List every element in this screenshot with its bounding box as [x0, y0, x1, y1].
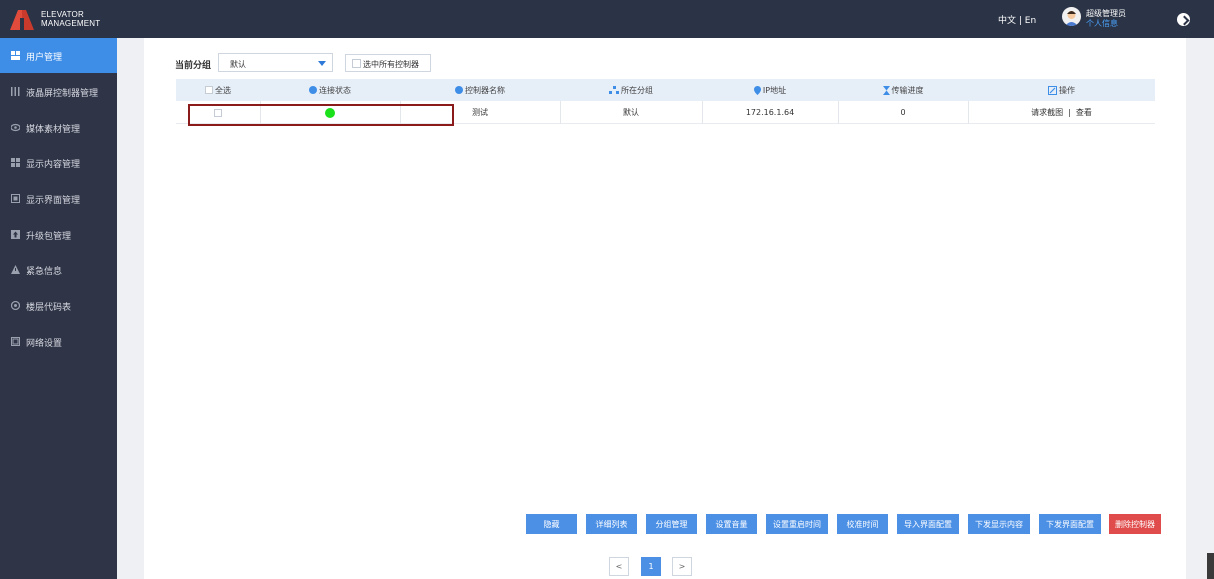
warning-icon [11, 265, 20, 274]
push-display-content-button[interactable]: 下发显示内容 [968, 514, 1030, 534]
prev-page-button[interactable]: < [609, 557, 629, 576]
side-scroll-handle[interactable] [1207, 553, 1214, 579]
sidebar-item-label: 紧急信息 [26, 267, 63, 277]
select-all-checkbox[interactable] [205, 86, 213, 94]
display-icon [11, 194, 20, 203]
sidebar-item-network[interactable]: 网络设置 [0, 324, 117, 359]
brand-line2: MANAGEMENT [41, 19, 101, 28]
select-all-controllers-toggle[interactable]: 选中所有控制器 [345, 54, 431, 72]
sidebar-item-media[interactable]: 媒体素材管理 [0, 110, 117, 145]
sidebar-item-label: 媒体素材管理 [26, 125, 81, 135]
hourglass-icon [882, 85, 890, 95]
sidebar-item-label: 网络设置 [26, 339, 63, 349]
row-group-cell: 默认 [623, 108, 639, 117]
push-ui-config-button[interactable]: 下发界面配置 [1039, 514, 1101, 534]
info-icon [455, 86, 463, 94]
sidebar: 用户管理 液晶屏控制器管理 媒体素材管理 显示内容管理 显示界面管理 升级包管理… [0, 38, 117, 579]
sidebar-item-controllers[interactable]: 液晶屏控制器管理 [0, 74, 117, 109]
calibrate-time-button[interactable]: 校准时间 [837, 514, 888, 534]
sidebar-item-floor-codes[interactable]: 楼层代码表 [0, 288, 117, 323]
sidebar-item-display-content[interactable]: 显示内容管理 [0, 145, 117, 180]
location-pin-icon [753, 85, 761, 95]
brand-line1: ELEVATOR [41, 10, 84, 19]
header-status-label: 连接状态 [319, 85, 351, 95]
row-ops-cell: 请求截图 | 查看 [968, 101, 1155, 124]
top-header: ELEVATOR MANAGEMENT 中文 | En 超级管理员 个人信息 [0, 0, 1214, 38]
profile-link[interactable]: 个人信息 [1086, 18, 1118, 29]
row-ip-cell: 172.16.1.64 [745, 108, 795, 117]
header-ops: 操作 [968, 79, 1155, 101]
header-progress: 传输进度 [838, 79, 968, 101]
header-select-all-label: 全选 [215, 85, 231, 95]
group-label: 当前分组 [175, 61, 212, 71]
header-name: 控制器名称 [400, 79, 560, 101]
brand-name: ELEVATOR MANAGEMENT [41, 10, 100, 28]
header-group: 所在分组 [560, 79, 702, 101]
group-select-value: 默认 [230, 60, 246, 69]
user-avatar-icon[interactable] [1062, 7, 1081, 26]
header-select-all[interactable]: 全选 [176, 79, 260, 101]
grid-icon [11, 158, 20, 167]
group-manage-button[interactable]: 分组管理 [646, 514, 697, 534]
edit-icon [1048, 85, 1057, 95]
status-icon [309, 86, 317, 94]
header-ops-label: 操作 [1059, 85, 1075, 95]
select-all-controllers-label: 选中所有控制器 [363, 60, 419, 69]
sidebar-item-user-management[interactable]: 用户管理 [0, 38, 117, 73]
sidebar-item-label: 升级包管理 [26, 232, 72, 242]
sidebar-item-label: 楼层代码表 [26, 303, 72, 313]
row-progress-cell: 0 [900, 108, 906, 117]
select-all-controllers-checkbox[interactable] [352, 59, 361, 68]
view-link[interactable]: 查看 [1076, 107, 1092, 118]
controller-icon [11, 87, 20, 96]
sidebar-item-display-ui[interactable]: 显示界面管理 [0, 181, 117, 216]
user-icon [11, 51, 20, 60]
group-select[interactable]: 默认 [218, 53, 333, 72]
next-page-button[interactable]: > [672, 557, 692, 576]
upgrade-icon [11, 230, 20, 239]
selection-highlight [188, 104, 454, 126]
header-ip: IP地址 [702, 79, 838, 101]
elevator-logo-icon [10, 10, 34, 30]
import-ui-config-button[interactable]: 导入界面配置 [897, 514, 959, 534]
sidebar-item-upgrade[interactable]: 升级包管理 [0, 217, 117, 252]
language-switch[interactable]: 中文 | En [998, 13, 1036, 26]
logout-icon[interactable] [1177, 13, 1190, 26]
page-1-button[interactable]: 1 [641, 557, 661, 576]
set-restart-time-button[interactable]: 设置重启时间 [766, 514, 828, 534]
set-volume-button[interactable]: 设置音量 [706, 514, 757, 534]
header-group-label: 所在分组 [621, 85, 653, 95]
hide-button[interactable]: 隐藏 [526, 514, 577, 534]
group-tree-icon [609, 86, 619, 94]
sidebar-item-label: 液晶屏控制器管理 [26, 89, 99, 99]
header-progress-label: 传输进度 [891, 85, 924, 95]
sidebar-item-label: 显示内容管理 [26, 160, 81, 170]
header-ip-label: IP地址 [762, 85, 787, 95]
header-name-label: 控制器名称 [465, 85, 505, 95]
sidebar-item-emergency[interactable]: 紧急信息 [0, 252, 117, 287]
network-icon [11, 337, 20, 346]
chevron-down-icon [318, 61, 326, 66]
sidebar-item-label: 显示界面管理 [26, 196, 81, 206]
ops-divider: | [1068, 108, 1071, 117]
header-status: 连接状态 [260, 79, 400, 101]
sidebar-item-label: 用户管理 [26, 53, 63, 63]
media-icon [11, 123, 20, 132]
floor-icon [11, 301, 20, 310]
table-header: 全选 连接状态 控制器名称 所在分组 IP地址 传输进度 操作 [176, 79, 1155, 101]
request-screenshot-link[interactable]: 请求截图 [1031, 107, 1063, 118]
delete-controller-button[interactable]: 删除控制器 [1109, 514, 1161, 534]
detail-list-button[interactable]: 详细列表 [586, 514, 637, 534]
